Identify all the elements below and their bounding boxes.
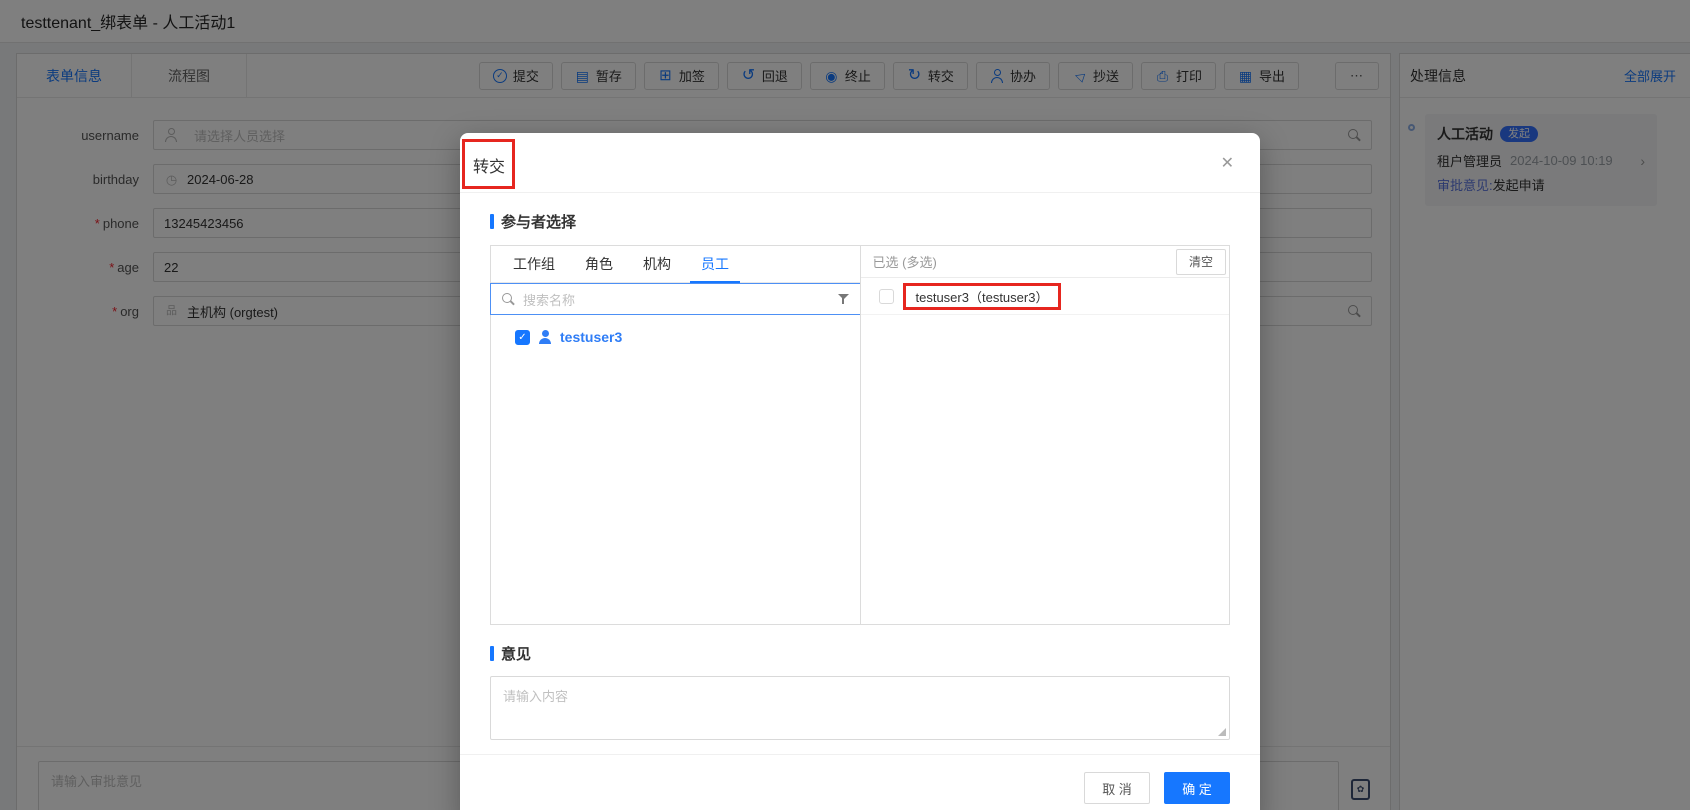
tree-item-checkbox[interactable] [515,330,530,345]
screen: testtenant_绑表单 - 人工活动1 表单信息 流程图 提交 暂存 [0,0,1690,810]
picker-left-pane: 工作组 角色 机构 员工 搜索名称 [491,246,860,624]
participant-section-title: 参与者选择 [490,211,1230,232]
picker-tab[interactable]: 员工 [701,246,729,282]
picker-tab-label: 角色 [585,254,613,274]
picker-tab-label: 员工 [701,254,729,274]
picker-tab[interactable]: 工作组 [513,246,555,282]
selected-user-name: testuser3（testuser3） [903,283,1062,310]
cancel-button[interactable]: 取 消 [1084,772,1150,804]
picker-tab-label: 工作组 [513,254,555,274]
picker-tab-label: 机构 [643,254,671,274]
opinion-placeholder: 请输入内容 [503,689,568,704]
participant-picker: 工作组 角色 机构 员工 搜索名称 [490,245,1230,625]
modal-title: 转交 [473,153,505,177]
selected-header-label: 已选 (多选) [873,252,937,271]
section-accent-bar [490,214,494,229]
selected-row-checkbox[interactable] [879,289,894,304]
tree-item[interactable]: testuser3 [515,329,860,345]
section-accent-bar [490,646,494,661]
confirm-button[interactable]: 确 定 [1164,772,1230,804]
clear-button[interactable]: 清空 [1176,249,1226,275]
user-icon [538,330,552,344]
search-input[interactable]: 搜索名称 [490,283,861,315]
opinion-textarea[interactable]: 请输入内容 [490,676,1230,740]
modal-header: 转交 ✕ [460,133,1260,193]
modal-body: 参与者选择 工作组 角色 机构 员工 [460,211,1260,740]
selected-row: testuser3（testuser3） [861,278,1230,315]
picker-tab[interactable]: 角色 [585,246,613,282]
search-placeholder: 搜索名称 [523,290,575,309]
search-icon [501,292,515,306]
transfer-modal: 转交 ✕ 参与者选择 工作组 角色 机构 [460,133,1260,810]
opinion-section-title: 意见 [490,643,1230,664]
filter-icon[interactable] [837,293,850,306]
user-tree: testuser3 [491,315,860,345]
picker-tab[interactable]: 机构 [643,246,671,282]
tree-item-name: testuser3 [560,329,622,345]
selected-header: 已选 (多选) 清空 [861,246,1230,278]
picker-tabs: 工作组 角色 机构 员工 [491,246,860,283]
picker-selected-pane: 已选 (多选) 清空 testuser3（testuser3） [860,246,1230,624]
modal-footer: 取 消 确 定 [460,754,1260,804]
close-icon[interactable]: ✕ [1221,153,1234,173]
